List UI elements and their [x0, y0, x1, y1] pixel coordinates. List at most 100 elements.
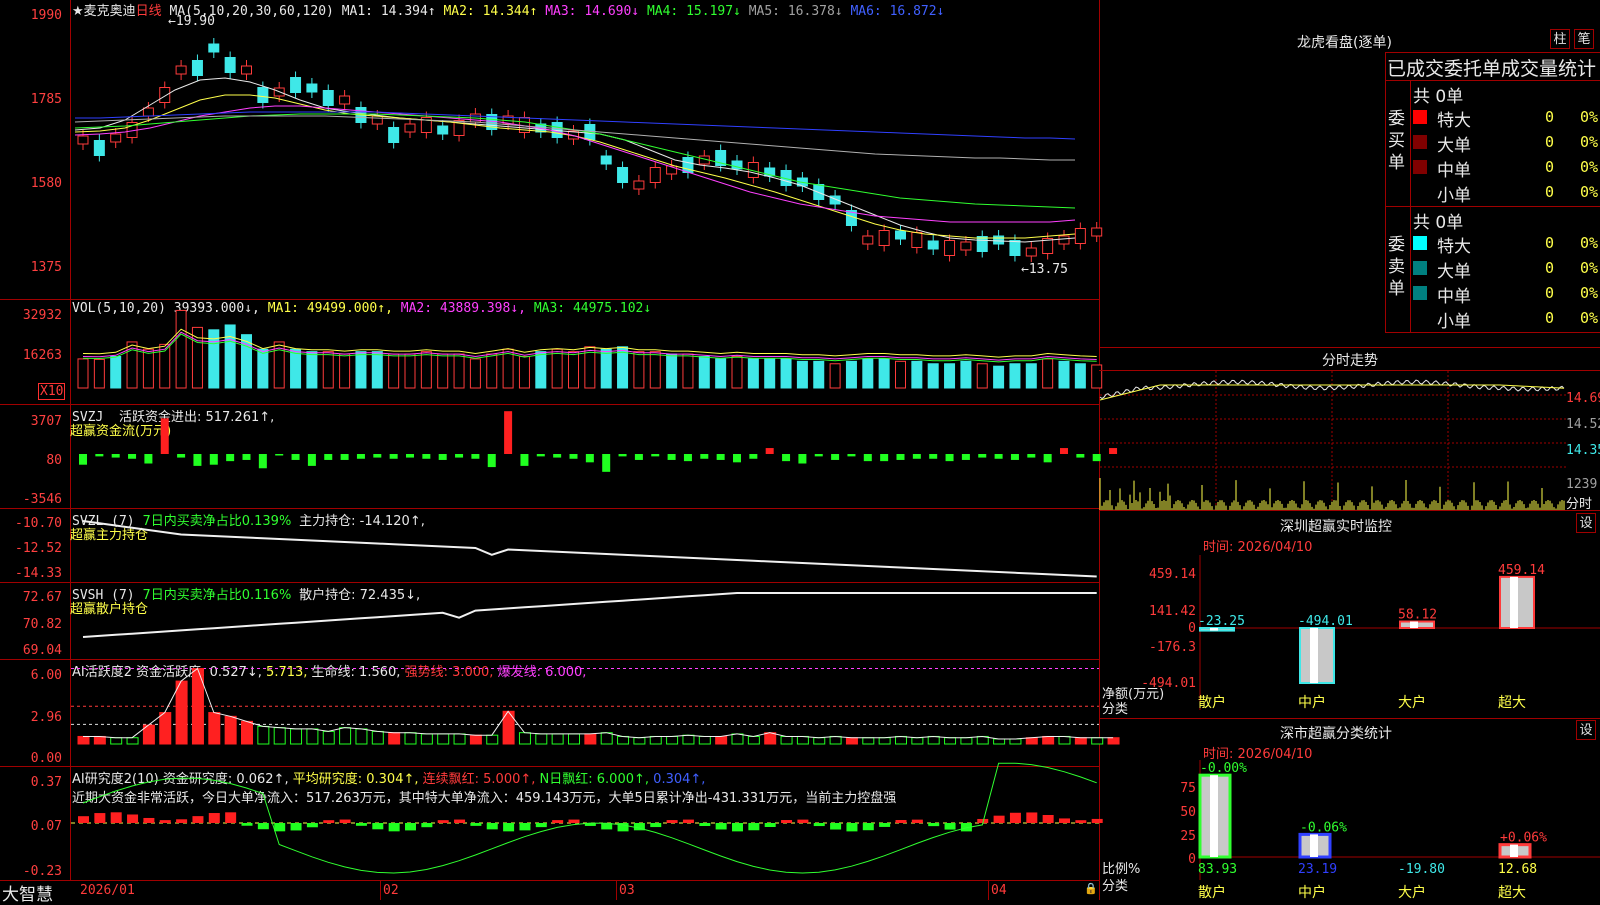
row-pct: 0% — [1580, 309, 1599, 327]
volume-bar — [257, 348, 269, 389]
monitor-bar-highlight — [1510, 576, 1518, 628]
lock-icon[interactable]: 🔒 — [1084, 882, 1098, 895]
flow-bar — [536, 454, 545, 457]
tick-view-button[interactable]: 笔 — [1574, 29, 1594, 49]
flow-bar — [520, 454, 529, 466]
research-bar — [437, 820, 449, 823]
activity-bar — [862, 737, 875, 745]
research-bars[interactable] — [71, 762, 1103, 880]
volume-bars[interactable] — [71, 300, 1103, 404]
volume-bar — [502, 348, 514, 389]
flow-bar — [177, 454, 186, 458]
activity-bar — [927, 735, 940, 745]
fund-flow-bars[interactable] — [71, 405, 1118, 508]
volume-bar — [649, 351, 661, 389]
volume-bar — [224, 324, 236, 389]
activity-bar — [159, 712, 172, 745]
candle-body — [1009, 240, 1021, 256]
classify-bar-chart[interactable]: -0.00% 83.93 散户 -0.06% 23.19 中户 -19.80 大户 +0.06%… — [1198, 760, 1600, 901]
monitor-settings-button[interactable]: 设 — [1576, 513, 1596, 533]
svsh-tick: 70.82 — [22, 617, 62, 632]
research-bar — [94, 813, 106, 823]
flow-bar — [455, 454, 464, 458]
svzl-tick: -12.52 — [15, 541, 62, 556]
research-bar — [192, 816, 204, 823]
volume-bar — [388, 353, 400, 389]
research-bar — [535, 823, 547, 828]
activity-bar — [1058, 735, 1071, 745]
flow-bar — [782, 454, 791, 462]
classify-bottom-value: -19.80 — [1398, 862, 1445, 877]
activity-bars[interactable] — [71, 660, 1120, 766]
candle-body — [993, 235, 1005, 245]
candle-body — [322, 90, 334, 106]
volume-bar — [1058, 360, 1070, 389]
flow-bar — [1010, 454, 1019, 460]
candle-body — [600, 155, 612, 165]
flow-bar — [994, 454, 1003, 459]
row-pct: 0% — [1580, 259, 1599, 277]
flow-bar — [128, 454, 137, 459]
flow-bar — [929, 454, 938, 459]
volume-bar — [780, 358, 792, 389]
main-holding-line[interactable] — [71, 509, 1099, 582]
activity-bar — [322, 730, 335, 745]
candle-body — [404, 123, 416, 133]
ai-research-tick: 0.07 — [30, 819, 62, 834]
research-bar — [879, 823, 891, 827]
volume-bar — [829, 363, 841, 389]
volume-bar — [437, 353, 449, 389]
activity-bar — [420, 733, 433, 745]
flow-bar — [880, 454, 889, 462]
flow-bar — [111, 454, 120, 458]
classify-tick: 25 — [1180, 829, 1196, 844]
volume-bar — [1025, 363, 1037, 389]
x-tick: 03 — [619, 883, 635, 898]
monitor-category: 散户 — [1198, 694, 1226, 711]
research-bar — [928, 823, 940, 827]
research-bar — [274, 823, 286, 832]
flow-bar — [356, 454, 365, 459]
activity-bar — [437, 733, 450, 745]
intraday-chart[interactable] — [1099, 371, 1566, 510]
volume-bar — [191, 326, 203, 389]
volume-bar — [960, 360, 972, 389]
volume-bar — [1074, 363, 1086, 389]
flow-bar — [667, 454, 676, 460]
candle-body — [617, 167, 629, 183]
flow-bar — [863, 454, 872, 462]
classify-tick: 75 — [1180, 781, 1196, 796]
flow-bar — [651, 454, 660, 457]
flow-bar — [945, 454, 954, 462]
row-count: 0 — [1545, 158, 1555, 176]
activity-bar — [698, 735, 711, 745]
research-bar — [699, 823, 711, 827]
svzl-tick: -14.33 — [15, 566, 62, 581]
bar-view-button[interactable]: 柱 — [1550, 29, 1570, 49]
research-bar — [846, 823, 858, 832]
row-label: 中单 — [1437, 287, 1471, 307]
candlestick-chart[interactable] — [71, 0, 1103, 299]
flow-bar — [422, 454, 431, 459]
activity-bar — [682, 734, 695, 745]
research-bar — [519, 823, 531, 831]
activity-bar — [290, 728, 303, 745]
candle-body — [142, 107, 154, 117]
candle-body — [633, 180, 645, 190]
divider — [1385, 332, 1600, 333]
longhu-heading: 已成交委托单成交量统计 — [1387, 58, 1597, 80]
candle-body — [371, 115, 383, 125]
x-tick: 04 — [991, 883, 1007, 898]
monitor-category: 中户 — [1298, 694, 1326, 711]
retail-holding-line[interactable] — [71, 583, 1099, 659]
classify-bar-highlight — [1210, 775, 1218, 857]
monitor-bar-chart[interactable]: -23.25 散户 -494.01 中户 58.12 大户 459.14 超大 — [1198, 555, 1600, 715]
row-label: 特大 — [1437, 237, 1471, 257]
classify-settings-button[interactable]: 设 — [1576, 720, 1596, 740]
research-bar — [1059, 818, 1070, 823]
research-bar — [176, 819, 188, 823]
classify-bar-highlight — [1510, 844, 1518, 857]
candle-body — [911, 232, 923, 248]
x-tick: 2026/01 — [80, 883, 135, 898]
legend-swatch — [1413, 261, 1427, 275]
